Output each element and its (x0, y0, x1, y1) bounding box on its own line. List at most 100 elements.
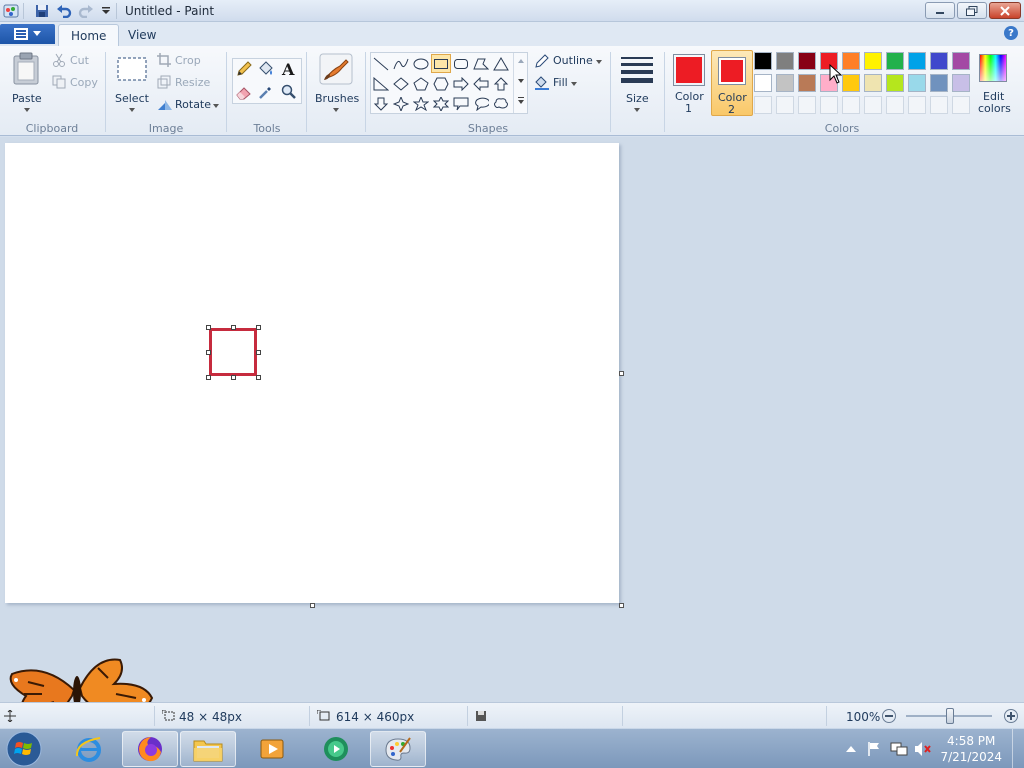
oval-callout-shape[interactable] (471, 94, 491, 113)
custom-color-slot[interactable] (776, 96, 794, 114)
custom-color-slot[interactable] (798, 96, 816, 114)
pencil-tool[interactable] (235, 60, 255, 80)
save-icon[interactable] (34, 3, 50, 19)
size-button[interactable]: Size (616, 50, 658, 114)
up-arrow-shape[interactable] (491, 74, 511, 93)
taskbar-paint[interactable] (370, 731, 426, 767)
custom-color-slot[interactable] (886, 96, 904, 114)
canvas-resize-handle-right[interactable] (619, 371, 624, 376)
right-triangle-shape[interactable] (371, 74, 391, 93)
edit-colors-button[interactable]: Edit colors (974, 50, 1014, 116)
cut-button[interactable]: Cut (52, 52, 102, 70)
start-button[interactable] (4, 730, 44, 768)
zoom-out-button[interactable] (882, 709, 896, 723)
taskbar-file-explorer[interactable] (180, 731, 236, 767)
color2-button[interactable]: Color 2 (711, 50, 753, 116)
outline-button[interactable]: Outline (532, 52, 604, 70)
diamond-shape[interactable] (391, 74, 411, 93)
four-point-star-shape[interactable] (391, 94, 411, 113)
shape-resize-handle[interactable] (256, 350, 261, 355)
left-arrow-shape[interactable] (471, 74, 491, 93)
palette-swatch[interactable] (886, 52, 904, 70)
zoom-in-button[interactable] (1004, 709, 1018, 723)
palette-swatch[interactable] (798, 52, 816, 70)
palette-swatch[interactable] (864, 52, 882, 70)
custom-color-slot[interactable] (754, 96, 772, 114)
network-icon[interactable] (890, 741, 908, 757)
show-hidden-icons-icon[interactable] (846, 745, 856, 753)
right-arrow-shape[interactable] (451, 74, 471, 93)
fill-button[interactable]: Fill (532, 74, 588, 92)
palette-swatch[interactable] (886, 74, 904, 92)
palette-swatch[interactable] (776, 52, 794, 70)
palette-swatch[interactable] (864, 74, 882, 92)
shape-resize-handle[interactable] (206, 325, 211, 330)
volume-muted-icon[interactable] (914, 741, 932, 757)
custom-color-slot[interactable] (952, 96, 970, 114)
show-desktop-button[interactable] (1012, 729, 1024, 768)
oval-shape[interactable] (411, 54, 431, 73)
select-button[interactable]: Select (112, 50, 152, 114)
palette-swatch[interactable] (908, 74, 926, 92)
paint-menu-button[interactable] (0, 24, 55, 44)
redo-icon[interactable] (78, 3, 94, 19)
palette-swatch[interactable] (842, 52, 860, 70)
taskbar-firefox[interactable] (122, 731, 178, 767)
shapes-scrollbar[interactable] (513, 53, 527, 113)
taskbar-clock[interactable]: 4:58 PM 7/21/2024 (940, 733, 1002, 765)
palette-swatch[interactable] (908, 52, 926, 70)
rounded-rectangle-shape[interactable] (451, 54, 471, 73)
palette-swatch[interactable] (754, 52, 772, 70)
shape-resize-handle[interactable] (231, 325, 236, 330)
brushes-button[interactable]: Brushes (312, 50, 360, 114)
minimize-button[interactable] (925, 2, 955, 19)
rectangular-callout-shape[interactable] (451, 94, 471, 113)
custom-color-slot[interactable] (842, 96, 860, 114)
palette-swatch[interactable] (798, 74, 816, 92)
hexagon-shape[interactable] (431, 74, 451, 93)
palette-swatch[interactable] (842, 74, 860, 92)
resize-button[interactable]: Resize (157, 74, 217, 92)
shape-resize-handle[interactable] (231, 375, 236, 380)
rotate-button[interactable]: Rotate (157, 96, 221, 114)
shape-resize-handle[interactable] (256, 375, 261, 380)
color1-button[interactable]: Color 1 (670, 50, 708, 116)
polygon-shape[interactable] (471, 54, 491, 73)
taskbar-media-center[interactable] (308, 731, 364, 767)
canvas-resize-handle-bottom[interactable] (310, 603, 315, 608)
canvas-resize-handle-corner[interactable] (619, 603, 624, 608)
customize-toolbar-icon[interactable] (98, 3, 114, 19)
taskbar-media-player[interactable] (244, 731, 300, 767)
palette-swatch[interactable] (952, 74, 970, 92)
crop-button[interactable]: Crop (157, 52, 217, 70)
palette-swatch[interactable] (952, 52, 970, 70)
five-point-star-shape[interactable] (411, 94, 431, 113)
custom-color-slot[interactable] (908, 96, 926, 114)
fill-tool[interactable] (257, 60, 277, 80)
zoom-slider-thumb[interactable] (946, 708, 954, 724)
rectangle-shape[interactable] (431, 54, 451, 73)
tab-home[interactable]: Home (58, 24, 120, 46)
color-picker-tool[interactable] (257, 83, 277, 103)
tab-view[interactable]: View (116, 24, 168, 46)
text-tool[interactable]: A (280, 60, 300, 80)
paint-app-icon[interactable] (3, 3, 19, 19)
help-icon[interactable]: ? (1004, 26, 1018, 40)
palette-swatch[interactable] (754, 74, 772, 92)
drawing-canvas[interactable] (5, 143, 619, 603)
paste-button[interactable]: Paste (8, 50, 46, 114)
curve-shape[interactable] (391, 54, 411, 73)
taskbar-internet-explorer[interactable] (61, 731, 117, 767)
action-center-flag-icon[interactable] (866, 741, 882, 757)
close-button[interactable] (989, 2, 1021, 19)
custom-color-slot[interactable] (864, 96, 882, 114)
triangle-shape[interactable] (491, 54, 511, 73)
line-shape[interactable] (371, 54, 391, 73)
palette-swatch[interactable] (930, 52, 948, 70)
shape-resize-handle[interactable] (206, 375, 211, 380)
custom-color-slot[interactable] (930, 96, 948, 114)
undo-icon[interactable] (56, 3, 72, 19)
restore-button[interactable] (957, 2, 987, 19)
six-point-star-shape[interactable] (431, 94, 451, 113)
eraser-tool[interactable] (235, 83, 255, 103)
